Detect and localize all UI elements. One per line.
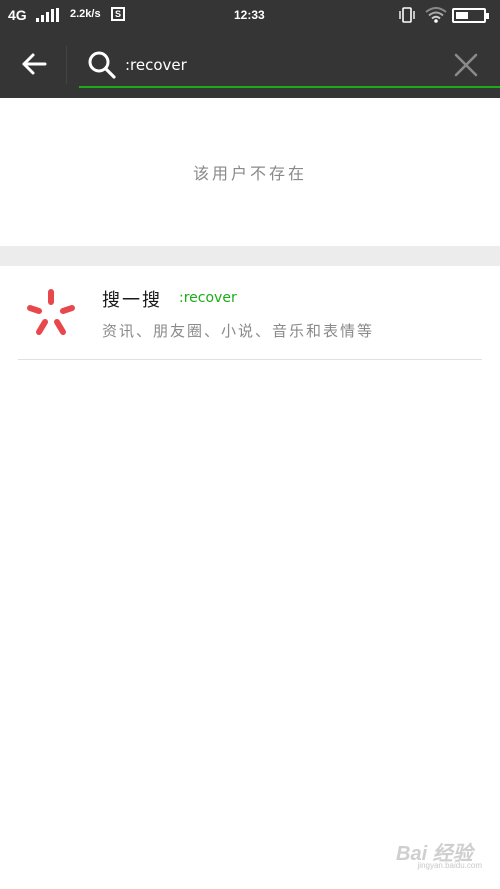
search-input[interactable] [125,50,445,80]
wifi-icon [425,7,447,23]
user-not-found-text: 该用户不存在 [192,164,307,183]
status-bar: 4G 2.2k/s S 12:33 [0,0,500,32]
section-gap [0,246,500,266]
sousou-search-item[interactable]: 搜一搜 :recover 资讯、朋友圈、小说、音乐和表情等 [0,266,500,360]
item-divider [18,359,482,360]
header-divider [66,46,67,84]
network-speed: 2.2k/s [70,8,101,20]
sim-icon: S [111,7,125,21]
search-icon [88,51,116,79]
baidu-jingyan-watermark: Bai 经验 jingyan.baidu.com [396,837,482,873]
sousou-keyword: :recover [179,290,237,306]
search-field[interactable] [79,44,500,88]
back-arrow-icon[interactable] [16,46,52,82]
sousou-description: 资讯、朋友圈、小说、音乐和表情等 [102,322,375,340]
user-not-found-message: 该用户不存在 [0,98,500,246]
signal-icon [36,8,59,22]
sousou-title: 搜一搜 [102,290,162,311]
clock: 12:33 [234,8,265,22]
vibrate-icon [399,7,415,23]
sousou-icon [27,289,75,335]
network-type: 4G [8,7,27,23]
clear-icon[interactable] [453,52,479,78]
watermark-url: jingyan.baidu.com [417,861,482,870]
battery-icon [452,8,489,23]
search-header [0,32,500,98]
